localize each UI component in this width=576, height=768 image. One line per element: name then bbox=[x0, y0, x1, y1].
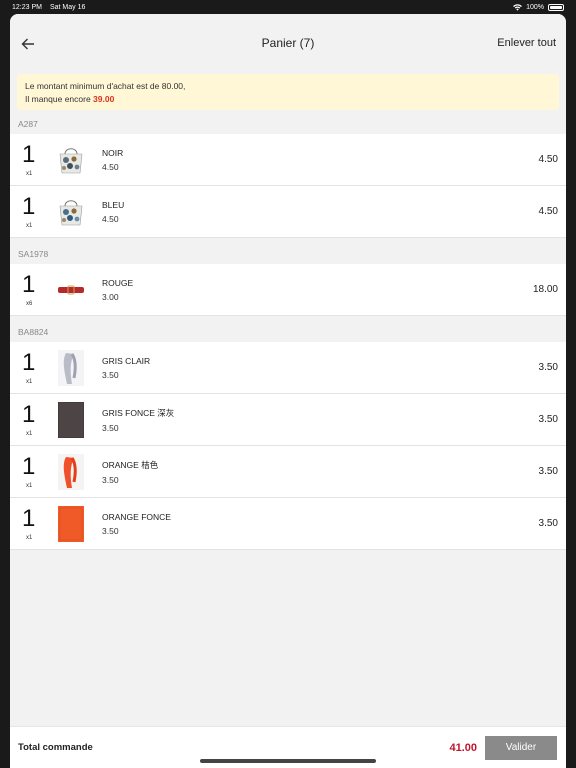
item-price: 3.50 bbox=[538, 518, 558, 529]
cart-item-rouge[interactable]: 1 x6 ROUGE 3.00 18.00 bbox=[10, 264, 566, 316]
tote-bag-thumbnail bbox=[56, 194, 86, 230]
total-label: Total commande bbox=[18, 742, 93, 753]
scarf-thumbnail bbox=[56, 349, 86, 386]
validate-button[interactable]: Valider bbox=[485, 735, 557, 760]
item-name: NOIR bbox=[102, 147, 124, 158]
total-amount: 41.00 bbox=[449, 741, 477, 754]
item-price: 3.50 bbox=[538, 414, 558, 425]
item-multiplier: x1 bbox=[26, 222, 33, 229]
item-multiplier: x1 bbox=[26, 378, 33, 385]
group-label: BA8824 bbox=[18, 327, 49, 337]
item-name: GRIS CLAIR bbox=[102, 355, 151, 366]
missing-amount: 39.00 bbox=[93, 94, 115, 104]
item-quantity[interactable]: 1 bbox=[22, 402, 35, 427]
item-unit-price: 3.50 bbox=[102, 474, 119, 485]
item-unit-price: 4.50 bbox=[102, 161, 119, 172]
item-multiplier: x1 bbox=[26, 534, 33, 541]
status-bar: 12:23 PM Sat May 16 100% bbox=[0, 0, 576, 14]
status-date: Sat May 16 bbox=[49, 3, 86, 11]
notice-line-1: Le montant minimum d'achat est de 80.00, bbox=[25, 81, 186, 91]
remove-all-button[interactable]: Enlever tout bbox=[497, 37, 556, 49]
item-quantity[interactable]: 1 bbox=[22, 506, 35, 531]
fabric-swatch-thumbnail bbox=[56, 401, 86, 438]
item-quantity[interactable]: 1 bbox=[22, 272, 35, 297]
cart-item-bleu[interactable]: 1 x1 BLEU 4.50 4.50 bbox=[10, 186, 566, 238]
nav-bar: Panier (7) Enlever tout bbox=[10, 14, 566, 74]
item-name: ORANGE FONCE bbox=[102, 511, 171, 522]
item-quantity[interactable]: 1 bbox=[22, 142, 35, 167]
battery-percent: 100% bbox=[526, 3, 544, 11]
tote-bag-thumbnail bbox=[56, 142, 86, 178]
item-quantity[interactable]: 1 bbox=[22, 454, 35, 479]
cart-item-orange-fonce[interactable]: 1 x1 ORANGE FONCE 3.50 3.50 bbox=[10, 498, 566, 550]
cart-item-orange[interactable]: 1 x1 ORANGE 桔色 3.50 3.50 bbox=[10, 446, 566, 498]
page-title: Panier (7) bbox=[261, 36, 315, 50]
cart-item-noir[interactable]: 1 x1 NOIR 4.50 4.50 bbox=[10, 134, 566, 186]
item-name: ROUGE bbox=[102, 277, 134, 288]
notice-line-2: Il manque encore 39.00 bbox=[25, 93, 551, 106]
item-multiplier: x1 bbox=[26, 430, 33, 437]
fabric-swatch-thumbnail bbox=[56, 505, 86, 542]
item-unit-price: 3.00 bbox=[102, 291, 119, 302]
home-indicator[interactable] bbox=[200, 759, 376, 763]
item-price: 4.50 bbox=[538, 154, 558, 165]
item-unit-price: 3.50 bbox=[102, 369, 119, 380]
item-quantity[interactable]: 1 bbox=[22, 194, 35, 219]
scarf-thumbnail bbox=[56, 453, 86, 490]
item-multiplier: x1 bbox=[26, 170, 33, 177]
belt-thumbnail bbox=[56, 272, 86, 308]
item-price: 18.00 bbox=[532, 284, 558, 295]
battery-icon bbox=[548, 3, 564, 11]
item-price: 3.50 bbox=[538, 466, 558, 477]
item-name: ORANGE 桔色 bbox=[102, 459, 159, 470]
item-multiplier: x6 bbox=[26, 300, 33, 307]
item-name: BLEU bbox=[102, 199, 125, 210]
item-unit-price: 3.50 bbox=[102, 422, 119, 433]
item-price: 4.50 bbox=[538, 206, 558, 217]
item-multiplier: x1 bbox=[26, 482, 33, 489]
item-quantity[interactable]: 1 bbox=[22, 350, 35, 375]
wifi-icon bbox=[513, 3, 522, 11]
group-label: SA1978 bbox=[18, 249, 49, 259]
item-unit-price: 3.50 bbox=[102, 525, 119, 536]
minimum-order-notice: Le montant minimum d'achat est de 80.00,… bbox=[17, 74, 559, 110]
notice-prefix: Il manque encore bbox=[25, 94, 94, 104]
item-name: GRIS FONCE 深灰 bbox=[102, 407, 175, 418]
group-label: A287 bbox=[18, 119, 38, 129]
item-price: 3.50 bbox=[538, 362, 558, 373]
item-unit-price: 4.50 bbox=[102, 213, 119, 224]
cart-item-gris-fonce[interactable]: 1 x1 GRIS FONCE 深灰 3.50 3.50 bbox=[10, 394, 566, 446]
cart-item-gris-clair[interactable]: 1 x1 GRIS CLAIR 3.50 3.50 bbox=[10, 342, 566, 394]
status-time: 12:23 PM bbox=[12, 3, 42, 11]
cart-sheet: Panier (7) Enlever tout Le montant minim… bbox=[10, 14, 566, 768]
